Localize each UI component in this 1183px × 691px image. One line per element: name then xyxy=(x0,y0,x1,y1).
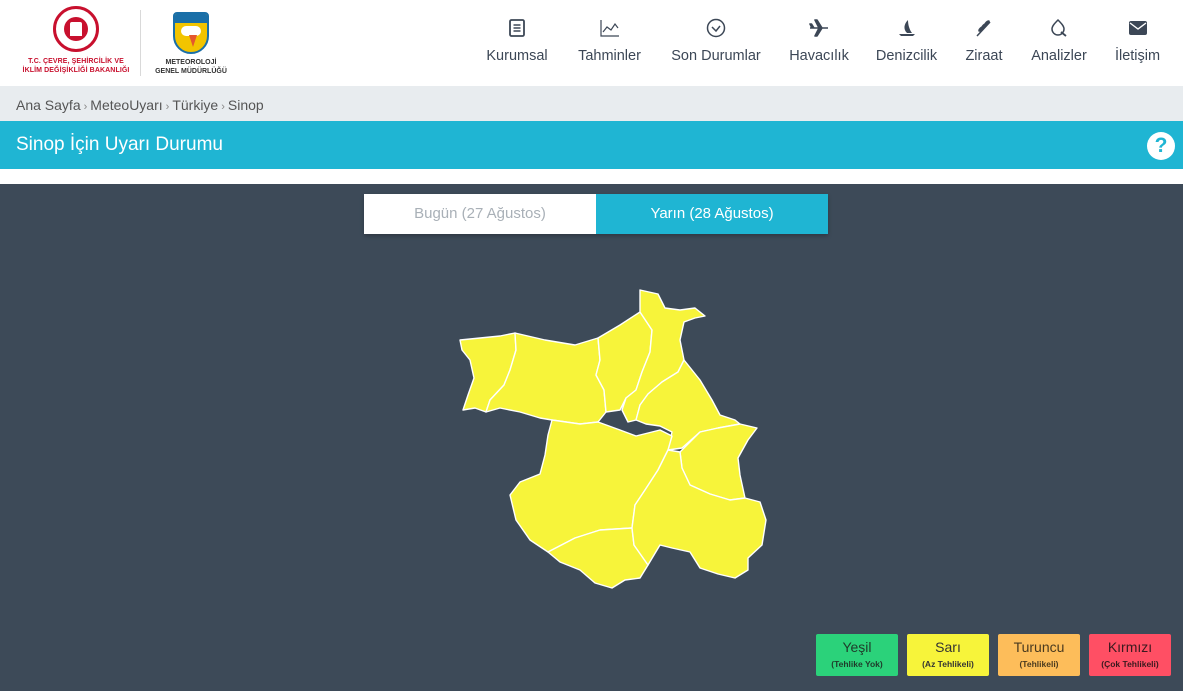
ministry-name: T.C. ÇEVRE, ŞEHİRCİLİK VE İKLİM DEĞİŞİKL… xyxy=(14,57,138,75)
ministry-seal-icon xyxy=(53,6,99,52)
ministry-logo[interactable]: T.C. ÇEVRE, ŞEHİRCİLİK VE İKLİM DEĞİŞİKL… xyxy=(14,6,138,82)
plane-icon xyxy=(807,16,831,40)
spacer xyxy=(0,169,1183,184)
mgm-logo[interactable]: METEOROLOJİ GENEL MÜDÜRLÜĞÜ xyxy=(148,12,234,80)
legend-desc: (Tehlikeli) xyxy=(1019,659,1059,669)
breadcrumb-home[interactable]: Ana Sayfa xyxy=(16,97,81,113)
tab-tomorrow[interactable]: Yarın (28 Ağustos) xyxy=(596,194,828,234)
nav-ziraat[interactable]: Ziraat xyxy=(965,16,1003,72)
nav-havacilik[interactable]: Havacılık xyxy=(789,16,849,72)
legend-name: Kırmızı xyxy=(1107,639,1153,655)
legend-name: Sarı xyxy=(935,639,961,655)
breadcrumb: Ana Sayfa › MeteoUyarı › Türkiye › Sinop xyxy=(0,86,1183,121)
legend-desc: (Çok Tehlikeli) xyxy=(1101,659,1159,669)
chart-icon xyxy=(598,16,622,40)
breadcrumb-turkiye[interactable]: Türkiye xyxy=(172,97,218,113)
warning-map-panel: Bugün (27 Ağustos) Yarın (28 Ağustos) Ye… xyxy=(0,184,1183,691)
nav-denizcilik[interactable]: Denizcilik xyxy=(876,16,937,72)
nav-analizler[interactable]: Analizler xyxy=(1031,16,1087,72)
legend-red: Kırmızı (Çok Tehlikeli) xyxy=(1089,634,1171,676)
nav-son-durumlar[interactable]: Son Durumlar xyxy=(670,16,762,72)
mgm-shield-icon xyxy=(173,12,209,54)
nav-kurumsal[interactable]: Kurumsal xyxy=(486,16,548,72)
nav-label: İletişim xyxy=(1114,48,1161,64)
check-circle-icon xyxy=(704,16,728,40)
envelope-icon xyxy=(1126,16,1150,40)
legend-desc: (Az Tehlikeli) xyxy=(922,659,974,669)
nav-label: Analizler xyxy=(1031,48,1087,64)
page-title: Sinop İçin Uyarı Durumu xyxy=(16,134,223,155)
legend-green: Yeşil (Tehlike Yok) xyxy=(816,634,898,676)
sinop-district-map xyxy=(459,289,767,589)
breadcrumb-sinop: Sinop xyxy=(227,97,264,113)
help-icon[interactable]: ? xyxy=(1147,132,1175,160)
breadcrumb-separator-icon: › xyxy=(83,101,88,113)
legend-desc: (Tehlike Yok) xyxy=(831,659,883,669)
logo-divider xyxy=(140,10,141,76)
analysis-icon xyxy=(1047,16,1071,40)
nav-label: Havacılık xyxy=(789,48,849,64)
wheat-icon xyxy=(972,16,996,40)
ministry-name-line1: T.C. ÇEVRE, ŞEHİRCİLİK VE xyxy=(28,58,124,65)
breadcrumb-meteouyari[interactable]: MeteoUyarı xyxy=(90,97,162,113)
legend-name: Yeşil xyxy=(842,639,872,655)
nav-label: Kurumsal xyxy=(486,48,548,64)
sailboat-icon xyxy=(895,16,919,40)
legend-name: Turuncu xyxy=(1013,639,1065,655)
legend-yellow: Sarı (Az Tehlikeli) xyxy=(907,634,989,676)
mgm-name-line1: METEOROLOJİ xyxy=(165,59,217,66)
nav-label: Denizcilik xyxy=(875,48,938,64)
ministry-name-line2: İKLİM DEĞİŞİKLİĞİ BAKANLIĞI xyxy=(22,67,130,74)
site-header: T.C. ÇEVRE, ŞEHİRCİLİK VE İKLİM DEĞİŞİKL… xyxy=(0,0,1183,86)
document-icon xyxy=(505,16,529,40)
day-tabs: Bugün (27 Ağustos) Yarın (28 Ağustos) xyxy=(364,194,828,234)
nav-label: Ziraat xyxy=(965,48,1003,64)
nav-label: Tahminler xyxy=(578,48,641,64)
nav-iletisim[interactable]: İletişim xyxy=(1114,16,1161,72)
title-bar: Sinop İçin Uyarı Durumu ? xyxy=(0,121,1183,169)
legend-orange: Turuncu (Tehlikeli) xyxy=(998,634,1080,676)
tab-today[interactable]: Bugün (27 Ağustos) xyxy=(364,194,596,234)
mgm-name: METEOROLOJİ GENEL MÜDÜRLÜĞÜ xyxy=(148,58,234,76)
nav-tahminler[interactable]: Tahminler xyxy=(576,16,643,72)
breadcrumb-separator-icon: › xyxy=(165,101,170,113)
nav-label: Son Durumlar xyxy=(671,48,761,64)
breadcrumb-separator-icon: › xyxy=(221,101,225,113)
mgm-name-line2: GENEL MÜDÜRLÜĞÜ xyxy=(155,68,227,75)
